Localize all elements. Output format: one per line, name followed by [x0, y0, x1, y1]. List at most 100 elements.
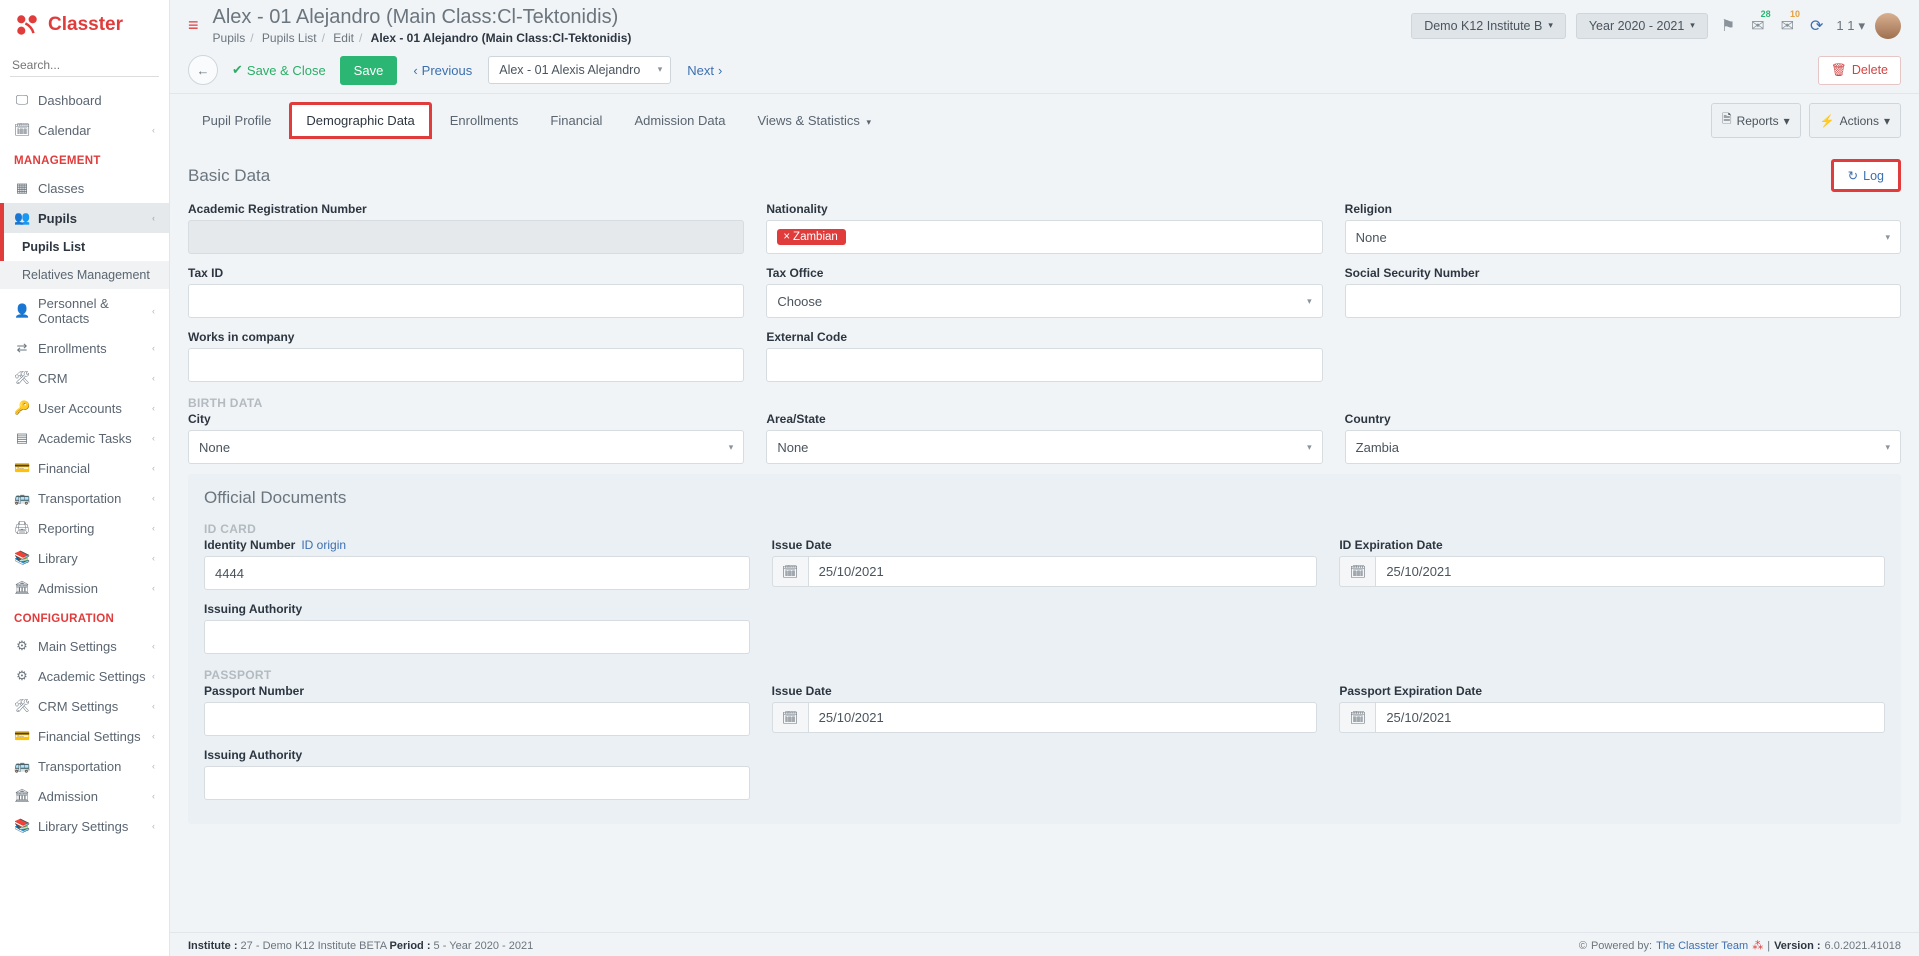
nav-enrollments[interactable]: ⇄Enrollments‹	[0, 333, 169, 363]
nav-admission2[interactable]: 🏛Admission‹	[0, 781, 169, 811]
tab-profile[interactable]: Pupil Profile	[188, 105, 285, 136]
crumb-pupils[interactable]: Pupils	[213, 31, 246, 45]
input-pass-no[interactable]	[204, 702, 750, 736]
select-value: Choose	[777, 294, 822, 309]
remove-icon[interactable]: ×	[783, 231, 790, 243]
nav-dashboard[interactable]: 🖵Dashboard	[0, 85, 169, 115]
delete-button[interactable]: 🗑Delete	[1818, 56, 1901, 85]
nav-pupils[interactable]: 👥Pupils‹	[0, 203, 169, 233]
nav-admission[interactable]: 🏛Admission‹	[0, 573, 169, 603]
nav-transportation2[interactable]: 🚌Transportation‹	[0, 751, 169, 781]
tab-admission[interactable]: Admission Data	[620, 105, 739, 136]
date-id-issue[interactable]: 🗓25/10/2021	[772, 556, 1318, 587]
actions-dropdown[interactable]: ⚡Actions▾	[1809, 103, 1901, 138]
calendar-icon[interactable]: 🗓	[772, 556, 808, 587]
input-ssn[interactable]	[1345, 284, 1901, 318]
select-area[interactable]: None	[766, 430, 1322, 464]
nav-academic-tasks[interactable]: ▤Academic Tasks‹	[0, 423, 169, 453]
flag-icon[interactable]: ⚑	[1718, 16, 1738, 36]
nav-relatives[interactable]: Relatives Management	[0, 261, 169, 289]
save-button[interactable]: Save	[340, 56, 398, 85]
nav-useraccounts[interactable]: 🔑User Accounts‹	[0, 393, 169, 423]
tab-demographic[interactable]: Demographic Data	[289, 102, 431, 139]
nav-library-settings[interactable]: 📚Library Settings‹	[0, 811, 169, 841]
works-input[interactable]	[199, 358, 733, 373]
select-city[interactable]: None	[188, 430, 744, 464]
idno-input[interactable]	[215, 566, 739, 581]
issuing-input[interactable]	[215, 630, 739, 645]
date-pass-exp[interactable]: 🗓25/10/2021	[1339, 702, 1885, 733]
label-tax-id: Tax ID	[188, 266, 744, 280]
nav-academic-settings[interactable]: ⚙Academic Settings‹	[0, 661, 169, 691]
pass-issuing-input[interactable]	[215, 776, 739, 791]
tab-financial[interactable]: Financial	[536, 105, 616, 136]
label-tax-office: Tax Office	[766, 266, 1322, 280]
tab-enrollments[interactable]: Enrollments	[436, 105, 533, 136]
crumb-edit[interactable]: Edit	[333, 31, 354, 45]
inbox-in-icon[interactable]: ✉28	[1748, 16, 1767, 36]
select-country[interactable]: Zambia	[1345, 430, 1901, 464]
ssn-input[interactable]	[1356, 294, 1890, 309]
tab-views[interactable]: Views & Statistics ▾	[743, 105, 885, 136]
input-reg-no	[188, 220, 744, 254]
nav-personnel[interactable]: 👤Personnel & Contacts‹	[0, 289, 169, 333]
input-tax-id[interactable]	[188, 284, 744, 318]
select-religion[interactable]: None	[1345, 220, 1901, 254]
select-tax-office[interactable]: Choose	[766, 284, 1322, 318]
date-value[interactable]: 25/10/2021	[1375, 556, 1885, 587]
passno-input[interactable]	[215, 712, 739, 727]
footer-team-link[interactable]: The Classter Team	[1656, 940, 1748, 952]
nav-crm-settings[interactable]: 🛠CRM Settings‹	[0, 691, 169, 721]
calendar-icon[interactable]: 🗓	[1339, 556, 1375, 587]
date-pass-issue[interactable]: 🗓25/10/2021	[772, 702, 1318, 733]
input-id-no[interactable]	[204, 556, 750, 590]
date-id-exp[interactable]: 🗓25/10/2021	[1339, 556, 1885, 587]
sync-icon[interactable]: ⟳	[1807, 16, 1826, 36]
date-value[interactable]: 25/10/2021	[1375, 702, 1885, 733]
crumb-list[interactable]: Pupils List	[262, 31, 317, 45]
user-menu[interactable]: 1 1 ▾	[1836, 18, 1865, 34]
nav-label: Library Settings	[38, 819, 128, 834]
nav-financial[interactable]: 💳Financial‹	[0, 453, 169, 483]
nav-calendar[interactable]: 🗓Calendar‹	[0, 115, 169, 145]
taxid-input[interactable]	[199, 294, 733, 309]
back-button[interactable]: ←	[188, 55, 218, 85]
date-value[interactable]: 25/10/2021	[808, 556, 1318, 587]
nav-label: Dashboard	[38, 93, 102, 108]
nav-classes[interactable]: ▦Classes	[0, 173, 169, 203]
tag-nationality[interactable]: ×Zambian	[777, 229, 845, 245]
sidebar-search[interactable]	[10, 54, 159, 77]
nav-reporting[interactable]: 🖨Reporting‹	[0, 513, 169, 543]
reports-dropdown[interactable]: 🗎Reports▾	[1711, 103, 1801, 138]
log-button[interactable]: ↻Log	[1831, 159, 1901, 192]
next-button[interactable]: Next›	[679, 56, 730, 85]
save-close-button[interactable]: ✔ Save & Close	[226, 62, 332, 78]
input-works[interactable]	[188, 348, 744, 382]
page-title: Alex - 01 Alejandro (Main Class:Cl-Tekto…	[213, 6, 1412, 29]
record-selector[interactable]: Alex - 01 Alexis Alejandro	[488, 56, 671, 84]
date-value[interactable]: 25/10/2021	[808, 702, 1318, 733]
avatar[interactable]	[1875, 13, 1901, 39]
input-id-issuing[interactable]	[204, 620, 750, 654]
hamburger-icon[interactable]: ≡	[188, 15, 199, 36]
nav-financial-settings[interactable]: 💳Financial Settings‹	[0, 721, 169, 751]
logo[interactable]: Classter	[0, 0, 169, 50]
inbox-out-icon[interactable]: ✉10	[1778, 16, 1797, 36]
input-pass-issuing[interactable]	[204, 766, 750, 800]
nav-main-settings[interactable]: ⚙Main Settings‹	[0, 631, 169, 661]
label-id-no: Identity NumberID origin	[204, 538, 750, 552]
extcode-input[interactable]	[777, 358, 1311, 373]
input-nationality[interactable]: ×Zambian	[766, 220, 1322, 254]
nav-transportation[interactable]: 🚌Transportation‹	[0, 483, 169, 513]
institute-selector[interactable]: Demo K12 Institute B▾	[1411, 13, 1566, 39]
input-extcode[interactable]	[766, 348, 1322, 382]
nav-crm[interactable]: 🛠CRM‹	[0, 363, 169, 393]
link-id-origin[interactable]: ID origin	[301, 538, 346, 552]
calendar-icon[interactable]: 🗓	[772, 702, 808, 733]
calendar-icon[interactable]: 🗓	[1339, 702, 1375, 733]
previous-button[interactable]: ‹Previous	[405, 56, 480, 85]
nav-pupils-list[interactable]: Pupils List	[0, 233, 169, 261]
year-selector[interactable]: Year 2020 - 2021▾	[1576, 13, 1708, 39]
search-input[interactable]	[10, 54, 159, 77]
nav-library[interactable]: 📚Library‹	[0, 543, 169, 573]
